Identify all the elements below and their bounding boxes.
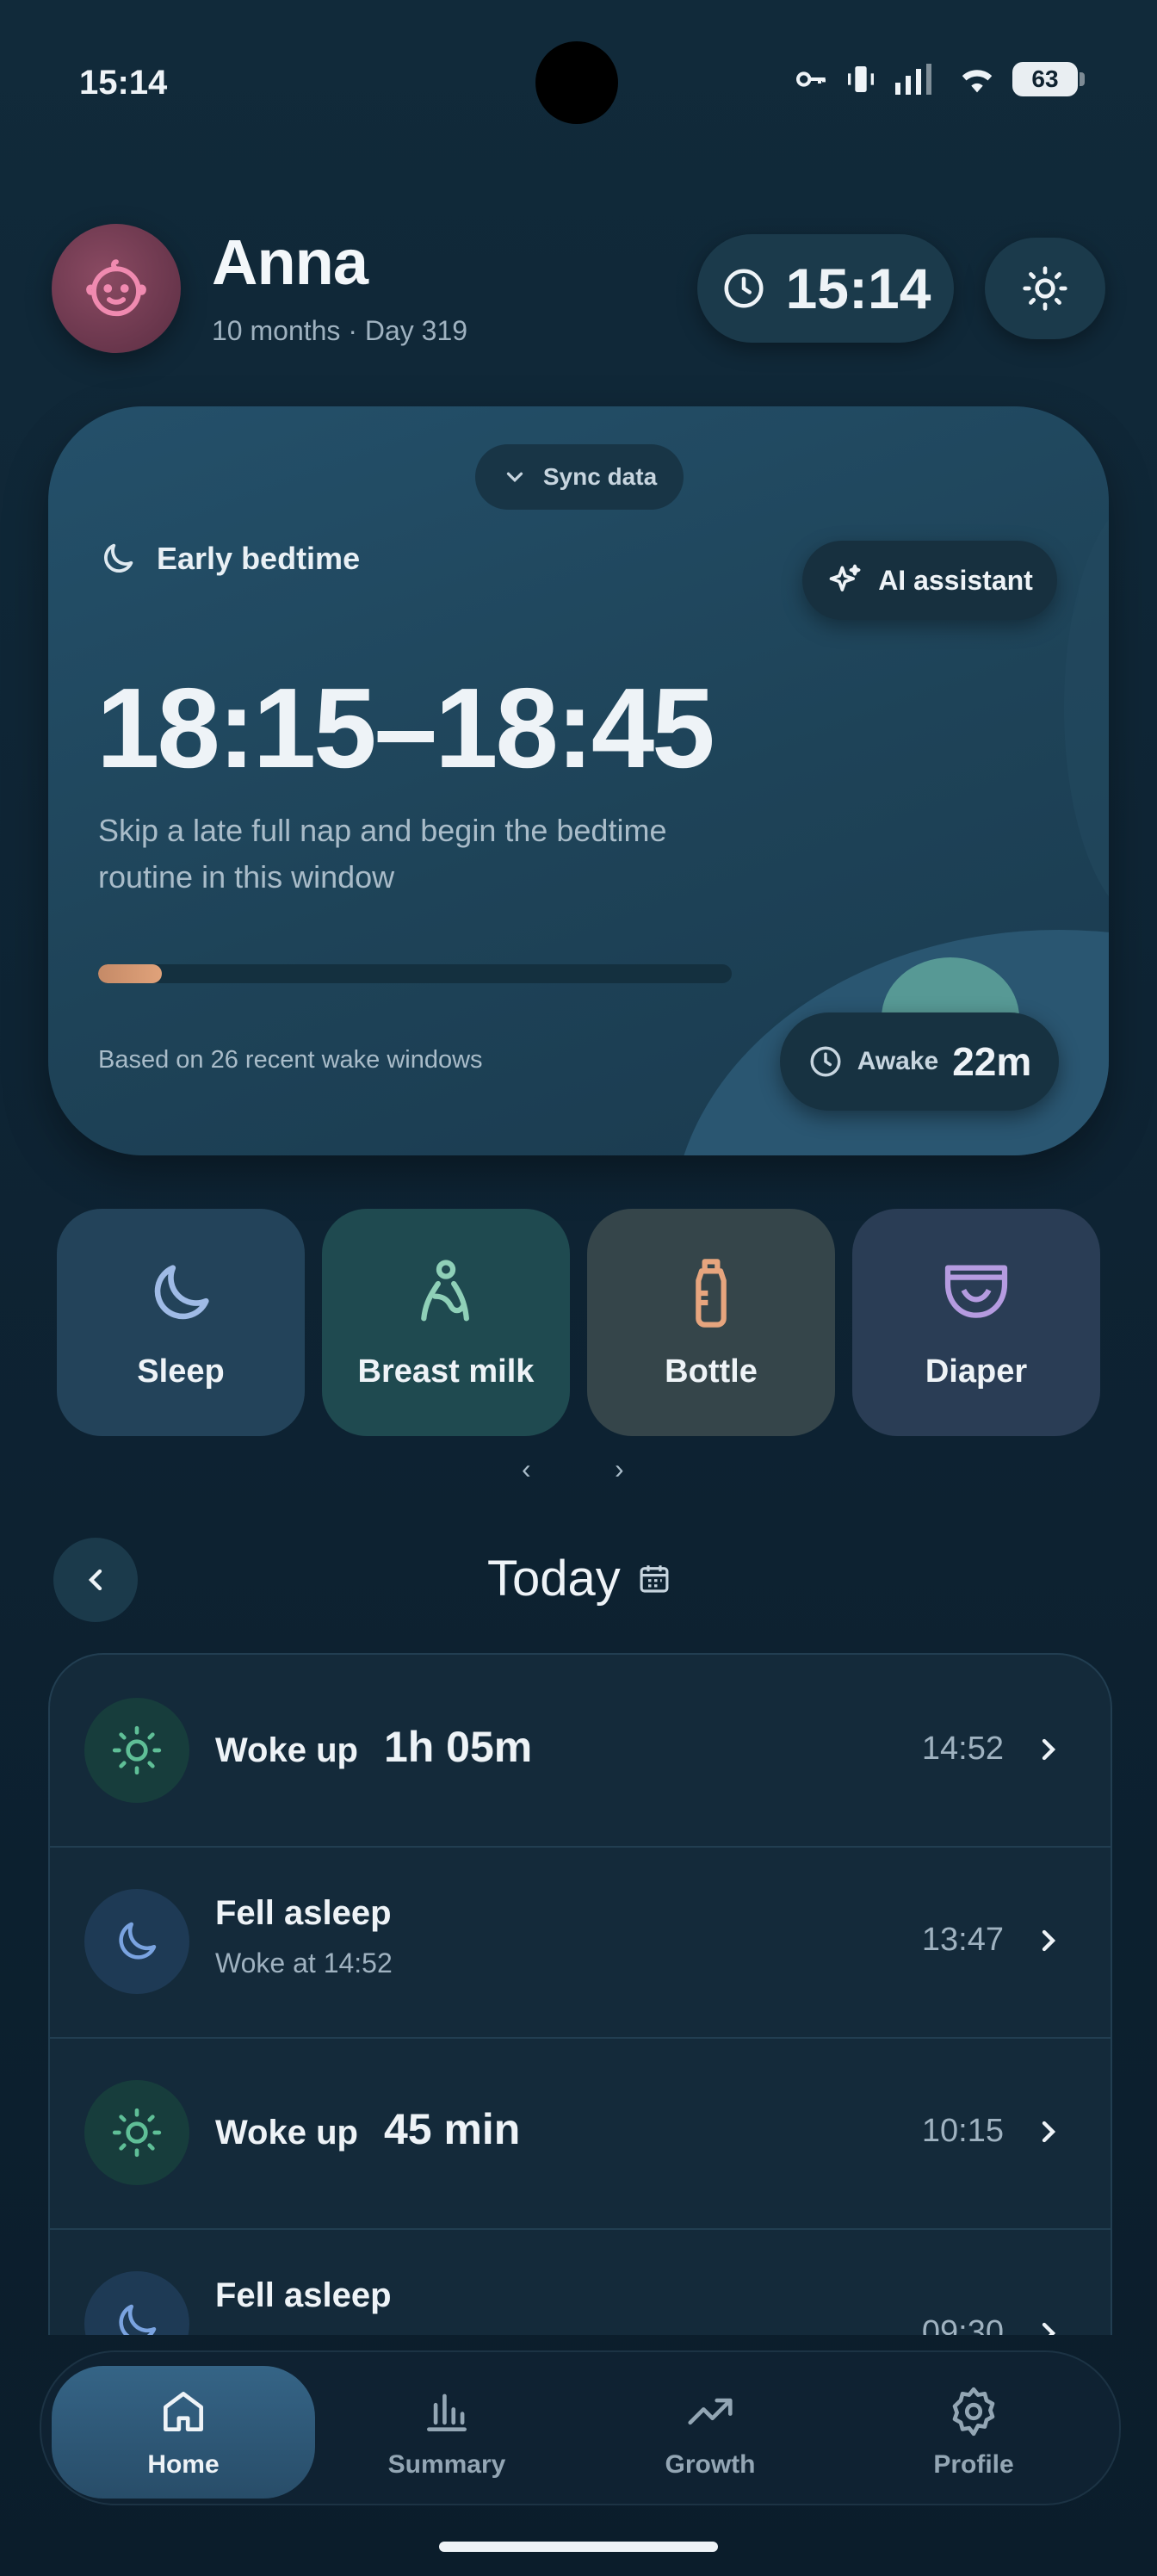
day-selector[interactable]: Today [487, 1550, 672, 1607]
nav-profile[interactable]: Profile [842, 2366, 1105, 2499]
baby-name: Anna [212, 226, 368, 298]
bar-chart-icon [427, 2393, 467, 2431]
breast-milk-action-button[interactable]: Breast milk [322, 1209, 570, 1436]
nav-summary[interactable]: Summary [315, 2366, 578, 2499]
sun-icon [1023, 266, 1067, 311]
based-on-text: Based on 26 recent wake windows [98, 1046, 483, 1074]
clock-icon [724, 269, 764, 308]
wake-icon-badge [84, 1698, 189, 1803]
ai-assistant-button[interactable]: AI assistant [802, 541, 1057, 620]
diaper-action-button[interactable]: Diaper [852, 1209, 1100, 1436]
breastfeeding-icon [421, 1259, 469, 1321]
sync-data-label: Sync data [542, 463, 658, 490]
row-subtitle: Woke at 14:52 [215, 1947, 393, 1978]
bedtime-title-label: Early bedtime [157, 541, 361, 576]
status-time: 15:14 [79, 64, 168, 102]
progress-fill [98, 964, 162, 983]
timeline-row[interactable]: Fell asleep Woke at 14:52 13:47 [50, 1846, 1111, 2039]
baby-avatar[interactable] [52, 224, 181, 353]
bottle-icon [696, 1258, 727, 1328]
row-title: Fell asleep [215, 1894, 392, 1932]
sleep-icon-badge [84, 2271, 189, 2335]
wifi-icon [962, 70, 993, 93]
moon-icon [104, 543, 133, 573]
wake-icon-badge [84, 2080, 189, 2185]
sun-icon [112, 1725, 162, 1775]
chevron-right-icon [1042, 2121, 1056, 2143]
awake-value: 22m [952, 1039, 1032, 1084]
awake-duration-pill: Awake 22m [780, 1012, 1059, 1111]
baby-face-icon [86, 259, 146, 317]
chevron-down-icon [506, 472, 523, 483]
status-icons: 63 [794, 62, 1085, 96]
row-title: Fell asleep [215, 2276, 392, 2314]
nav-home[interactable]: Home [52, 2366, 315, 2499]
sleep-icon-badge [84, 1889, 189, 1994]
timeline-row[interactable]: Woke up 1h 05m 14:52 [50, 1655, 1111, 1848]
row-time: 09:30 [921, 2314, 1004, 2335]
current-time-pill[interactable]: 15:14 [697, 234, 954, 343]
card-edge-decoration [1064, 492, 1109, 923]
bedtime-description: Skip a late full nap and begin the bedti… [98, 813, 667, 895]
timeline-row[interactable]: Woke up 45 min 10:15 [50, 2037, 1111, 2230]
breast-milk-action-label: Breast milk [357, 1353, 535, 1390]
bottle-action-label: Bottle [665, 1353, 758, 1390]
day-title: Today [487, 1551, 621, 1607]
key-icon [796, 71, 826, 87]
nav-growth[interactable]: Growth [578, 2366, 842, 2499]
chevron-right-icon [1042, 2322, 1056, 2335]
nav-summary-label: Summary [387, 2450, 506, 2479]
wake-window-progress [98, 964, 732, 983]
diaper-action-label: Diaper [925, 1353, 1028, 1390]
ai-assistant-label: AI assistant [878, 564, 1033, 596]
row-duration: 45 min [383, 2105, 521, 2153]
current-time: 15:14 [785, 257, 931, 320]
actions-prev-button[interactable]: ‹ [522, 1453, 531, 1485]
sync-data-button[interactable]: Sync data [475, 444, 684, 510]
signal-icon [895, 64, 931, 95]
clock-icon [810, 1046, 841, 1077]
baby-age: 10 months · Day 319 [212, 315, 468, 346]
theme-toggle-button[interactable] [985, 238, 1105, 339]
nav-profile-label: Profile [933, 2450, 1014, 2479]
actions-next-button[interactable]: › [615, 1453, 624, 1485]
camera-cutout [535, 41, 618, 124]
bedtime-window: 18:15–18:45 [96, 665, 715, 791]
home-indicator[interactable] [439, 2542, 718, 2552]
diaper-icon [944, 1265, 1008, 1318]
bedtime-title: Early bedtime [98, 539, 360, 579]
chevron-right-icon [1042, 1738, 1056, 1761]
sparkles-icon [829, 564, 861, 591]
moon-icon [119, 1922, 157, 1960]
row-title: Woke up [215, 1731, 358, 1769]
chevron-left-icon [88, 1569, 102, 1591]
bottle-action-button[interactable]: Bottle [587, 1209, 835, 1436]
chevron-right-icon [1042, 1929, 1056, 1952]
sleep-action-button[interactable]: Sleep [57, 1209, 305, 1436]
row-time: 10:15 [921, 2113, 1004, 2149]
previous-day-button[interactable] [53, 1538, 138, 1622]
sleep-action-label: Sleep [137, 1353, 225, 1390]
row-time: 13:47 [921, 1922, 1004, 1958]
nav-home-label: Home [147, 2450, 220, 2479]
vibrate-icon [848, 66, 874, 92]
trending-up-icon [688, 2398, 733, 2425]
row-title: Woke up [215, 2114, 358, 2152]
activity-timeline: Woke up 1h 05m 14:52 Fell asleep Woke at … [48, 1653, 1112, 2335]
home-icon [164, 2392, 203, 2431]
awake-label: Awake [857, 1047, 939, 1075]
row-time: 14:52 [921, 1731, 1004, 1767]
calendar-icon [640, 1564, 669, 1593]
nav-growth-label: Growth [665, 2450, 756, 2479]
moon-icon [119, 2304, 157, 2335]
row-duration: 1h 05m [383, 1723, 533, 1771]
timeline-row[interactable]: Fell asleep 09:30 [50, 2228, 1111, 2335]
sun-icon [112, 2108, 162, 2158]
moon-icon [154, 1264, 209, 1319]
gear-icon [952, 2387, 995, 2437]
battery-indicator: 63 [1012, 62, 1085, 96]
